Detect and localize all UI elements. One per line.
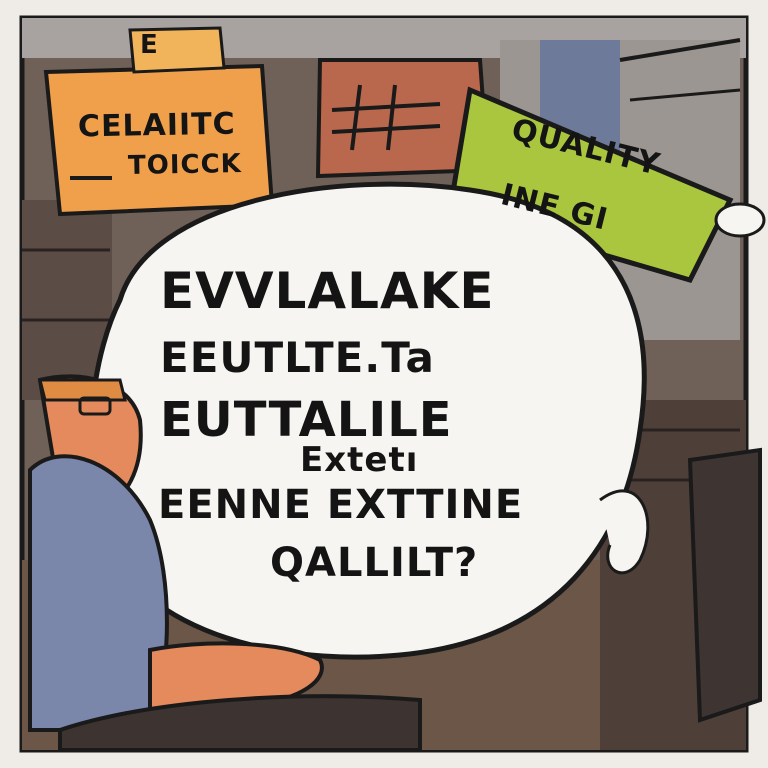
bubble-line5: EENNE EXTTINE bbox=[158, 482, 524, 528]
bubble-line4: Extetı bbox=[300, 440, 419, 480]
bubble-line6: QALLILT? bbox=[270, 540, 479, 586]
bubble-line2: EEUTLTE.Ta bbox=[160, 333, 435, 382]
top-sign-label: E bbox=[140, 30, 159, 60]
right-chair bbox=[687, 447, 762, 723]
office-cartoon-scene: E CELAIITC TOICCK QUALITY INE GI EVVLALA… bbox=[0, 0, 768, 768]
bubble-line1: EVVLALAKE bbox=[160, 262, 495, 320]
orange-sign-line1: CELAIITC bbox=[77, 106, 236, 145]
orange-sign-line2: TOICCK bbox=[127, 149, 243, 181]
